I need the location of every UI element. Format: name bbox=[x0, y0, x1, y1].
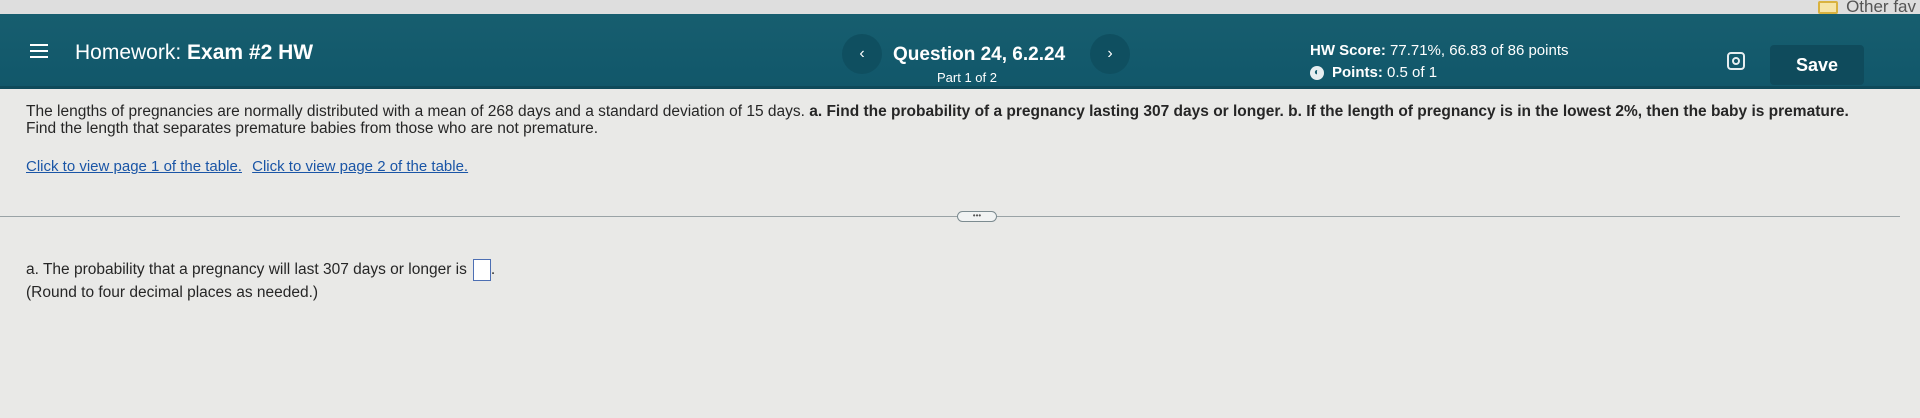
hw-score-label: HW Score: bbox=[1310, 42, 1386, 59]
homework-prefix: Homework: bbox=[75, 41, 182, 64]
homework-title: Homework: Exam #2 HW bbox=[75, 41, 313, 65]
homework-name: Exam #2 HW bbox=[187, 41, 314, 64]
hw-score-value: 77.71%, 66.83 of 86 points bbox=[1390, 42, 1569, 59]
chevron-left-icon: ‹ bbox=[859, 45, 865, 62]
bookmark-folder-other[interactable]: Other fav bbox=[1818, 0, 1920, 14]
rounding-note: (Round to four decimal places as needed.… bbox=[26, 284, 319, 301]
question-part-b: b. If the length of pregnancy is in the … bbox=[1288, 103, 1849, 120]
menu-icon[interactable] bbox=[30, 44, 48, 58]
table-page-2-link[interactable]: Click to view page 2 of the table. bbox=[252, 158, 468, 175]
question-text: The lengths of pregnancies are normally … bbox=[26, 103, 1916, 137]
next-question-button[interactable]: › bbox=[1090, 34, 1130, 74]
partial-credit-icon: ◐ bbox=[1310, 65, 1324, 80]
points-value: 0.5 of 1 bbox=[1387, 64, 1438, 81]
header-divider bbox=[0, 86, 1920, 89]
table-links: Click to view page 1 of the table. Click… bbox=[26, 158, 474, 175]
save-button[interactable]: Save bbox=[1770, 45, 1864, 85]
question-part-a: a. Find the probability of a pregnancy l… bbox=[809, 103, 1284, 120]
answer-period: . bbox=[490, 261, 496, 278]
question-title: Question 24, 6.2.24 bbox=[893, 44, 1066, 65]
question-part-b-continued: Find the length that separates premature… bbox=[26, 120, 599, 137]
chevron-right-icon: › bbox=[1107, 45, 1113, 62]
bookmark-folder-label: Other fav bbox=[1846, 0, 1916, 14]
answer-input[interactable] bbox=[472, 259, 491, 281]
settings-icon[interactable] bbox=[1727, 52, 1745, 70]
section-divider bbox=[0, 216, 1900, 217]
answer-prompt: a. The probability that a pregnancy will… bbox=[26, 261, 467, 278]
points: ◐ Points: 0.5 of 1 bbox=[1310, 64, 1437, 81]
points-label: Points: bbox=[1332, 64, 1383, 81]
question-part: Part 1 of 2 bbox=[937, 70, 997, 85]
assignment-header: Homework: Exam #2 HW ‹ Question 24, 6.2.… bbox=[0, 14, 1920, 86]
hw-score: HW Score: 77.71%, 66.83 of 86 points bbox=[1310, 42, 1569, 59]
question-intro: The lengths of pregnancies are normally … bbox=[26, 103, 805, 120]
previous-question-button[interactable]: ‹ bbox=[842, 34, 882, 74]
answer-line: a. The probability that a pregnancy will… bbox=[26, 259, 495, 281]
browser-bookmarks-bar: Other fav bbox=[0, 0, 1920, 14]
divider-handle[interactable]: ••• bbox=[957, 211, 997, 222]
table-page-1-link[interactable]: Click to view page 1 of the table. bbox=[26, 158, 242, 175]
folder-icon bbox=[1818, 0, 1839, 14]
